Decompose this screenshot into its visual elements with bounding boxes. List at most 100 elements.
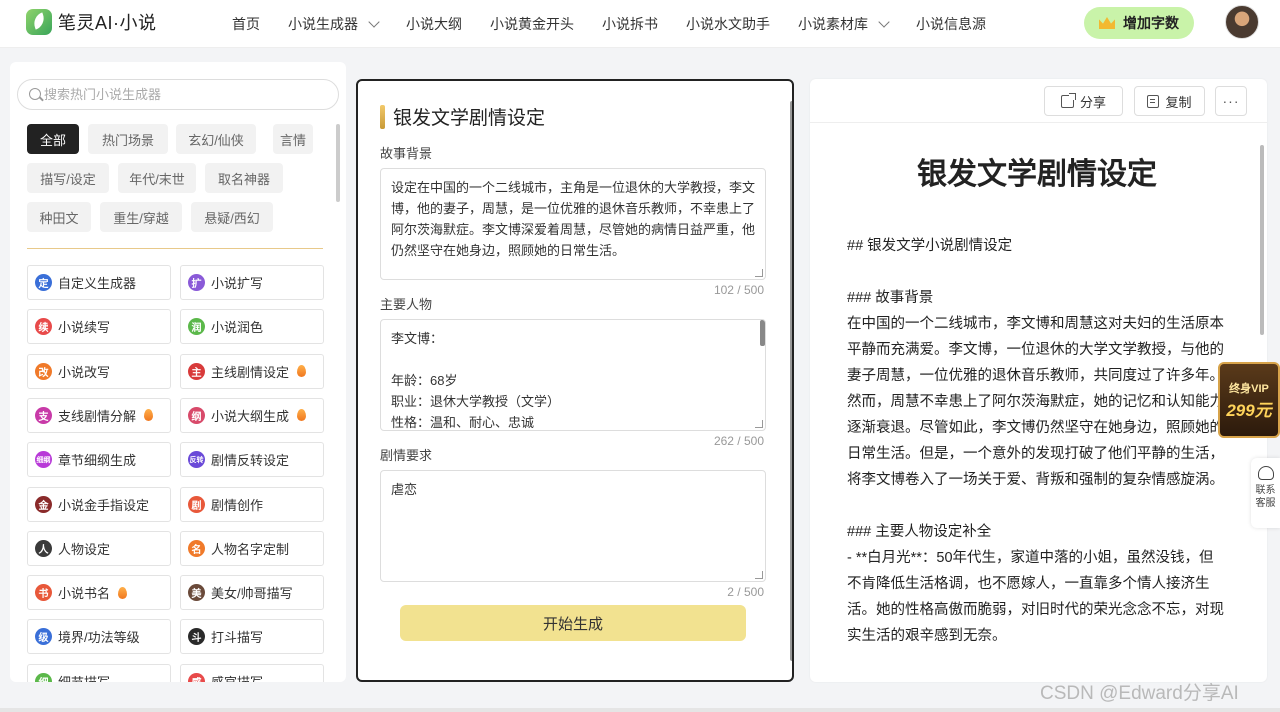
copy-label: 复制 bbox=[1165, 94, 1192, 110]
tool-item[interactable]: 美美女/帅哥描写 bbox=[180, 575, 324, 611]
form-scrollbar[interactable] bbox=[790, 101, 792, 661]
tool-item[interactable]: 纲小说大纲生成 bbox=[180, 397, 324, 433]
copy-icon bbox=[1147, 94, 1160, 108]
tool-item[interactable]: 剧剧情创作 bbox=[180, 486, 324, 522]
nav-item[interactable]: 小说黄金开头 bbox=[476, 14, 588, 34]
tool-item[interactable]: 反转 剧情反转设定 bbox=[180, 442, 324, 478]
fire-icon bbox=[297, 365, 307, 378]
category-tag[interactable]: 玄幻/仙侠 bbox=[176, 124, 256, 154]
tool-label: 小说金手指设定 bbox=[58, 497, 150, 513]
tool-item[interactable]: 感感官描写 bbox=[180, 663, 324, 682]
category-tag[interactable]: 描写/设定 bbox=[27, 163, 109, 193]
customer-service-button[interactable]: 联系客服 bbox=[1251, 458, 1280, 528]
nav-item[interactable]: 小说素材库 bbox=[784, 14, 902, 34]
logo[interactable]: 笔灵AI·小说 bbox=[26, 9, 157, 35]
logo-icon bbox=[26, 9, 52, 35]
tool-item[interactable]: 续小说续写 bbox=[27, 309, 171, 345]
tool-item[interactable]: 细细节描写 bbox=[27, 663, 171, 682]
tool-item[interactable]: 改小说改写 bbox=[27, 353, 171, 389]
sidebar-scrollbar[interactable] bbox=[336, 124, 340, 202]
tool-icon: 细纲 bbox=[35, 451, 52, 469]
tool-icon: 改 bbox=[35, 362, 52, 380]
output-toolbar: 分享 复制 ··· bbox=[810, 79, 1267, 123]
resize-handle[interactable] bbox=[755, 269, 763, 277]
search-input[interactable] bbox=[44, 80, 324, 109]
tool-item[interactable]: 定自定义生成器 bbox=[27, 265, 171, 300]
generate-button[interactable]: 开始生成 bbox=[400, 605, 746, 641]
plot-label: 剧情要求 bbox=[380, 448, 433, 463]
doc-paragraph: ### 主要人物设定补全 bbox=[847, 524, 992, 540]
category-tag[interactable]: 悬疑/西幻 bbox=[191, 202, 273, 232]
background-counter: 102 / 500 bbox=[713, 283, 764, 297]
more-button[interactable]: ··· bbox=[1215, 86, 1247, 116]
tool-label: 小说大纲生成 bbox=[211, 408, 290, 424]
avatar[interactable] bbox=[1225, 5, 1259, 39]
category-tag[interactable]: 年代/末世 bbox=[118, 163, 196, 193]
characters-line bbox=[391, 349, 755, 370]
vip-promo-badge[interactable]: 终身VIP 299元 bbox=[1218, 362, 1280, 438]
category-tag[interactable]: 重生/穿越 bbox=[100, 202, 182, 232]
plot-text: 虐恋 bbox=[391, 482, 418, 497]
tool-label: 自定义生成器 bbox=[58, 276, 137, 291]
tool-item[interactable]: 润小说润色 bbox=[180, 309, 324, 345]
tool-label: 美女/帅哥描写 bbox=[211, 586, 293, 602]
category-tag[interactable]: 取名神器 bbox=[205, 163, 283, 193]
tool-icon: 定 bbox=[35, 274, 52, 291]
category-tag[interactable]: 全部 bbox=[27, 124, 79, 154]
tool-icon: 斗 bbox=[188, 628, 205, 646]
doc-paragraph: - **白月光**：50年代生，家道中落的小姐，虽然没钱，但不肯降低生活格调，也… bbox=[847, 550, 1224, 644]
logo-text: 笔灵AI·小说 bbox=[58, 13, 157, 33]
nav-item[interactable]: 小说信息源 bbox=[902, 14, 1000, 34]
tool-item[interactable]: 扩小说扩写 bbox=[180, 265, 324, 300]
tool-item[interactable]: 主主线剧情设定 bbox=[180, 353, 324, 389]
tool-icon: 细 bbox=[35, 672, 52, 682]
tool-label: 小说润色 bbox=[211, 320, 264, 336]
tool-label: 小说书名 bbox=[58, 586, 111, 602]
nav-item[interactable]: 小说生成器 bbox=[274, 14, 392, 34]
resize-handle[interactable] bbox=[755, 571, 763, 579]
category-tag[interactable]: 种田文 bbox=[27, 202, 91, 232]
nav-item[interactable]: 小说大纲 bbox=[392, 14, 476, 34]
tool-item[interactable]: 名人物名字定制 bbox=[180, 530, 324, 566]
nav-item-label: 小说拆书 bbox=[602, 16, 658, 32]
plot-textarea[interactable]: 虐恋 bbox=[380, 470, 766, 582]
copy-button[interactable]: 复制 bbox=[1134, 86, 1205, 116]
background-textarea[interactable]: 设定在中国的一个二线城市，主角是一位退休的大学教授，李文博，他的妻子，周慧，是一… bbox=[380, 168, 766, 280]
tool-icon: 润 bbox=[188, 318, 205, 336]
characters-line: 年龄：68岁 bbox=[391, 373, 458, 388]
output-scrollbar[interactable] bbox=[1260, 145, 1264, 335]
textarea-scrollbar[interactable] bbox=[760, 320, 765, 346]
characters-textarea[interactable]: 李文博： 年龄：68岁 职业：退休大学教授（文学） 性格：温和、耐心、忠诚 bbox=[380, 319, 766, 431]
tool-item[interactable]: 支支线剧情分解 bbox=[27, 397, 171, 433]
characters-line: 职业：退休大学教授（文学） bbox=[391, 394, 561, 409]
tool-icon: 扩 bbox=[188, 274, 205, 291]
search-box[interactable] bbox=[17, 79, 339, 110]
nav-item-label: 小说素材库 bbox=[798, 16, 868, 32]
tool-item[interactable]: 书小说书名 bbox=[27, 575, 171, 611]
tool-item[interactable]: 人人物设定 bbox=[27, 530, 171, 566]
generator-sidebar: 全部热门场景玄幻/仙侠言情描写/设定年代/末世取名神器种田文重生/穿越悬疑/西幻… bbox=[10, 62, 346, 682]
nav-item[interactable]: 小说水文助手 bbox=[672, 14, 784, 34]
nav-item[interactable]: 小说拆书 bbox=[588, 14, 672, 34]
tool-item[interactable]: 级境界/功法等级 bbox=[27, 619, 171, 655]
generated-document: 银发文学剧情设定 ## 银发文学小说剧情设定 ### 故事背景 在中国的一个二线城市… bbox=[847, 139, 1227, 649]
nav-item-label: 小说水文助手 bbox=[686, 16, 770, 32]
nav-item[interactable]: 首页 bbox=[218, 14, 274, 34]
form-title: 银发文学剧情设定 bbox=[380, 103, 545, 130]
fire-icon bbox=[144, 409, 154, 422]
category-tag[interactable]: 言情 bbox=[273, 124, 313, 154]
resize-handle[interactable] bbox=[755, 420, 763, 428]
tool-label: 人物名字定制 bbox=[211, 541, 290, 557]
add-words-button[interactable]: 增加字数 bbox=[1084, 7, 1194, 39]
category-tag[interactable]: 热门场景 bbox=[88, 124, 168, 154]
tool-item[interactable]: 金小说金手指设定 bbox=[27, 486, 171, 522]
bottom-scrollbar[interactable] bbox=[0, 708, 1280, 712]
share-label: 分享 bbox=[1079, 94, 1106, 110]
share-button[interactable]: 分享 bbox=[1044, 86, 1123, 116]
customer-service-label: 联系客服 bbox=[1255, 485, 1276, 509]
tool-icon: 美 bbox=[188, 584, 205, 602]
tool-item[interactable]: 细纲 章节细纲生成 bbox=[27, 442, 171, 478]
tool-item[interactable]: 斗打斗描写 bbox=[180, 619, 324, 655]
tool-icon: 主 bbox=[188, 362, 205, 380]
tool-label: 打斗描写 bbox=[211, 630, 264, 646]
